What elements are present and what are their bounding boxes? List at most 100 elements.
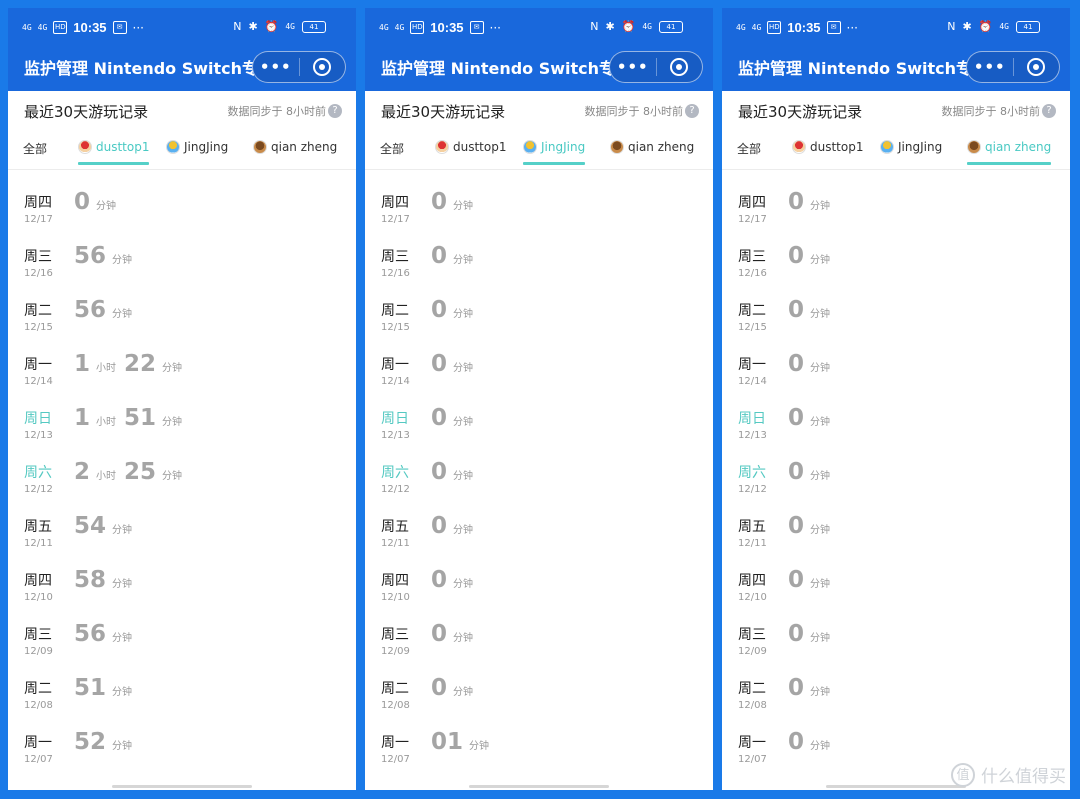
tab-qianzheng[interactable]: qian zheng xyxy=(253,140,337,154)
play-record-row: 周二 12/15 56 分钟 xyxy=(8,279,356,333)
minutes-unit: 分钟 xyxy=(453,525,474,536)
minutes-unit: 分钟 xyxy=(453,633,474,644)
tab-all[interactable]: 全部 xyxy=(737,140,761,157)
minutes-unit: 分钟 xyxy=(162,417,183,428)
notification-icon: ✉ xyxy=(826,21,841,34)
top-bar: 4G 4G HD 10:35 ✉ ··· N ✱ ⏰ 4G 41 监护管理 Nintendo Swit… xyxy=(365,8,713,91)
play-duration: 0 分钟 xyxy=(788,675,838,701)
tab-qianzheng[interactable]: qian zheng xyxy=(967,140,1052,165)
mini-program-capsule: ••• xyxy=(966,51,1060,83)
help-icon[interactable]: ? xyxy=(328,104,342,118)
date-label: 12/13 xyxy=(24,430,53,441)
minutes-value: 51 xyxy=(124,405,157,431)
user-tabs: 全部 dusttop1 JingJing qian zheng xyxy=(8,127,356,170)
weekday-label: 周四 xyxy=(24,573,52,589)
tab-jingjing[interactable]: JingJing xyxy=(166,140,228,154)
tab-all[interactable]: 全部 xyxy=(380,140,404,157)
tab-jingjing[interactable]: JingJing xyxy=(880,140,942,154)
tab-label: qian zheng xyxy=(628,140,695,154)
minutes-unit: 分钟 xyxy=(453,201,474,212)
avatar xyxy=(880,140,894,154)
date-label: 12/17 xyxy=(738,214,767,225)
play-duration: 56 分钟 xyxy=(74,297,140,323)
help-icon[interactable]: ? xyxy=(1042,104,1056,118)
weekday-label: 周二 xyxy=(738,681,766,697)
date-label: 12/17 xyxy=(24,214,53,225)
minutes-value: 0 xyxy=(788,513,805,539)
records-heading: 最近30天游玩记录 xyxy=(24,103,149,121)
close-mini-program-button[interactable] xyxy=(1013,58,1059,76)
play-duration: 58 分钟 xyxy=(74,567,140,593)
play-duration: 0 分钟 xyxy=(788,459,838,485)
hours-value: 2 xyxy=(74,459,91,485)
minutes-unit: 分钟 xyxy=(810,471,831,482)
minutes-unit: 分钟 xyxy=(810,687,831,698)
tab-dusttop1[interactable]: dusttop1 xyxy=(78,140,150,165)
date-label: 12/08 xyxy=(738,700,767,711)
help-icon[interactable]: ? xyxy=(685,104,699,118)
sync-status: 数据同步于 8小时前 xyxy=(584,105,684,118)
play-duration: 52 分钟 xyxy=(74,729,140,755)
date-label: 12/07 xyxy=(24,754,53,765)
status-left: 4G 4G HD 10:35 ✉ ··· xyxy=(736,20,858,35)
date-label: 12/11 xyxy=(738,538,767,549)
play-duration: 0 分钟 xyxy=(788,405,838,431)
play-duration: 0 分钟 xyxy=(431,351,481,377)
play-duration: 51 分钟 xyxy=(74,675,140,701)
play-duration: 0 分钟 xyxy=(431,297,481,323)
play-record-row: 周一 12/07 01 分钟 xyxy=(365,711,713,765)
play-duration: 0 分钟 xyxy=(431,189,481,215)
minutes-unit: 分钟 xyxy=(810,201,831,212)
close-mini-program-button[interactable] xyxy=(656,58,702,76)
tab-all[interactable]: 全部 xyxy=(23,140,47,157)
more-menu-button[interactable]: ••• xyxy=(610,58,656,76)
play-record-row: 周三 12/16 0 分钟 xyxy=(722,225,1070,279)
play-duration: 0 分钟 xyxy=(788,243,838,269)
play-duration: 0 分钟 xyxy=(431,405,481,431)
tab-qianzheng[interactable]: qian zheng xyxy=(610,140,694,154)
minutes-unit: 分钟 xyxy=(810,579,831,590)
close-mini-program-button[interactable] xyxy=(299,58,345,76)
play-record-row: 周二 12/15 0 分钟 xyxy=(722,279,1070,333)
mini-program-capsule: ••• xyxy=(609,51,703,83)
play-record-row: 周日 12/13 0 分钟 xyxy=(722,387,1070,441)
minutes-unit: 分钟 xyxy=(112,687,133,698)
nfc-icon: N xyxy=(233,20,242,33)
weekday-label: 周五 xyxy=(381,519,409,535)
play-duration: 1 小时 22 分钟 xyxy=(74,351,190,377)
records-header: 最近30天游玩记录 数据同步于 8小时前? xyxy=(365,91,713,127)
target-icon xyxy=(670,58,689,76)
minutes-value: 0 xyxy=(431,621,448,647)
tab-label: JingJing xyxy=(898,140,943,154)
network-icon: 4G xyxy=(285,21,295,31)
tab-dusttop1[interactable]: dusttop1 xyxy=(792,140,863,154)
minutes-unit: 分钟 xyxy=(112,525,133,536)
bluetooth-icon: ✱ xyxy=(248,20,258,33)
weekday-label: 周一 xyxy=(381,357,409,373)
home-indicator xyxy=(112,785,252,788)
play-record-row: 周四 12/17 0 分钟 xyxy=(722,171,1070,225)
tab-jingjing[interactable]: JingJing xyxy=(523,140,586,165)
minutes-value: 51 xyxy=(74,675,107,701)
phone-screen: 4G 4G HD 10:35 ✉ ··· N ✱ ⏰ 4G 41 监护管理 Nintendo Swit… xyxy=(722,8,1070,790)
status-left: 4G 4G HD 10:35 ✉ ··· xyxy=(22,20,144,35)
date-label: 12/09 xyxy=(24,646,53,657)
play-duration: 54 分钟 xyxy=(74,513,140,539)
status-time: 10:35 xyxy=(430,20,464,35)
minutes-value: 0 xyxy=(431,675,448,701)
network-icon: 4G xyxy=(642,21,652,31)
play-duration: 56 分钟 xyxy=(74,621,140,647)
records-heading: 最近30天游玩记录 xyxy=(738,103,863,121)
date-label: 12/15 xyxy=(24,322,53,333)
tab-dusttop1[interactable]: dusttop1 xyxy=(435,140,506,154)
page-title: 监护管理 Nintendo Switch专用 xyxy=(381,59,632,78)
weekday-label: 周一 xyxy=(381,735,409,751)
hours-value: 1 xyxy=(74,351,91,377)
avatar xyxy=(78,140,92,154)
weekday-label: 周四 xyxy=(381,573,409,589)
more-menu-button[interactable]: ••• xyxy=(967,58,1013,76)
minutes-unit: 分钟 xyxy=(453,255,474,266)
minutes-unit: 分钟 xyxy=(112,579,133,590)
nfc-icon: N xyxy=(590,20,599,33)
more-menu-button[interactable]: ••• xyxy=(253,58,299,76)
